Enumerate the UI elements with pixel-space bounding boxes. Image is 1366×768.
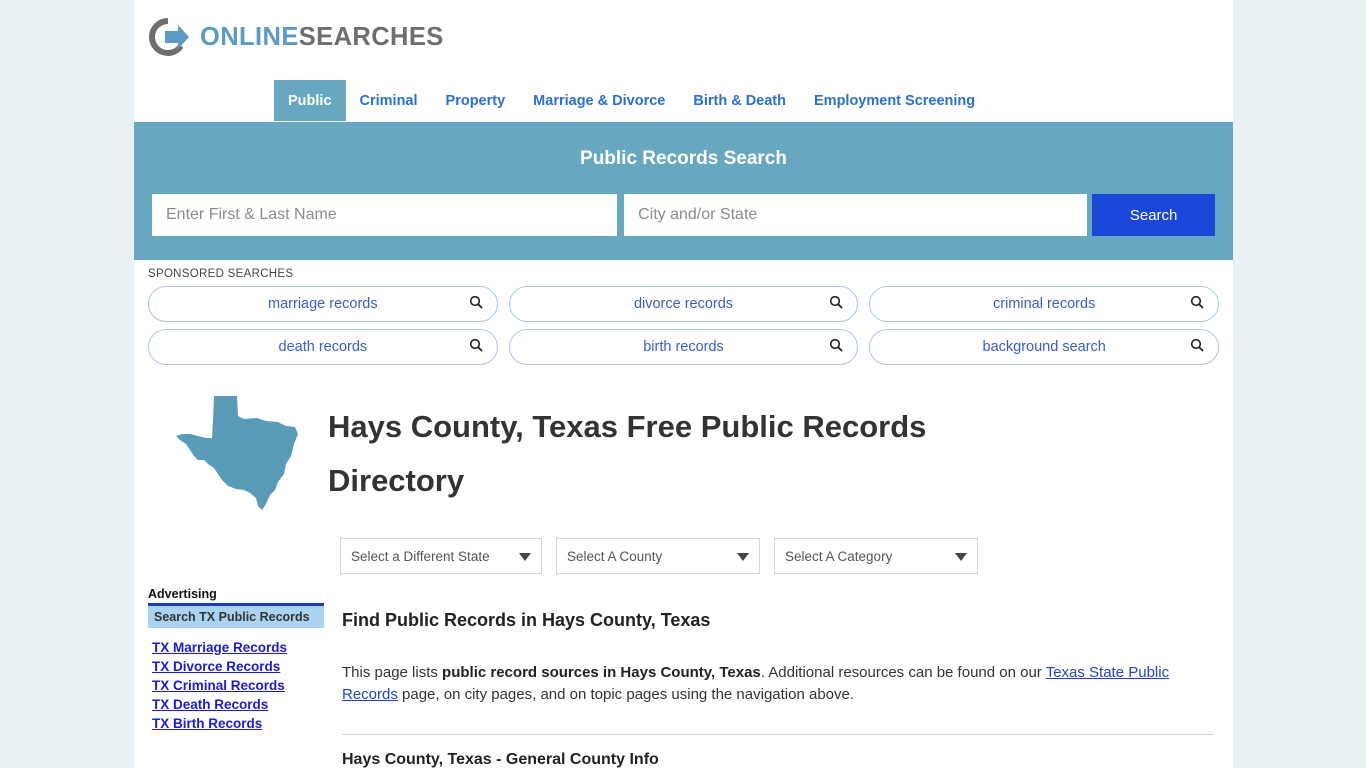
sponsored-row-1: marriage records divorce records crimina… <box>148 286 1220 322</box>
page-title-block: Hays County, Texas Free Public Records D… <box>134 378 1233 514</box>
sponsored-searches: SPONSORED SEARCHES marriage records divo… <box>134 260 1233 378</box>
sponsored-pill-criminal-records[interactable]: criminal records <box>869 286 1220 322</box>
name-search-input[interactable] <box>152 194 618 236</box>
chevron-down-icon <box>955 553 967 561</box>
nav-item-birth-death[interactable]: Birth & Death <box>679 80 800 121</box>
sponsored-pill-label: criminal records <box>993 296 1096 312</box>
search-form: Search <box>152 194 1215 236</box>
search-icon <box>469 295 483 313</box>
sponsored-pill-marriage-records[interactable]: marriage records <box>148 286 498 322</box>
sidebar-link-tx-birth-records[interactable]: TX Birth Records <box>148 716 324 731</box>
sidebar-link-tx-divorce-records[interactable]: TX Divorce Records <box>148 659 324 674</box>
search-icon <box>829 338 843 356</box>
sponsored-searches-label: SPONSORED SEARCHES <box>148 268 294 280</box>
sponsored-row-2: death records birth records background s… <box>148 329 1220 365</box>
search-icon <box>469 338 483 356</box>
sponsored-pill-label: marriage records <box>268 296 378 312</box>
advertising-sidebar: Advertising Search TX Public Records TX … <box>134 587 324 735</box>
search-button[interactable]: Search <box>1092 194 1215 236</box>
sidebar-link-tx-death-records[interactable]: TX Death Records <box>148 697 324 712</box>
sponsored-pill-label: divorce records <box>633 296 734 312</box>
intro-paragraph: This page lists public record sources in… <box>342 662 1182 706</box>
search-icon <box>1190 295 1204 313</box>
circle-arrow-icon <box>148 17 192 57</box>
search-icon <box>829 295 843 313</box>
sponsored-pill-label: background search <box>982 339 1106 355</box>
location-search-input[interactable] <box>624 194 1088 236</box>
advertising-heading: Advertising <box>148 587 324 606</box>
nav-item-public[interactable]: Public <box>274 80 346 121</box>
nav-item-marriage-divorce[interactable]: Marriage & Divorce <box>519 80 679 121</box>
sponsored-pill-background-search[interactable]: background search <box>869 329 1220 365</box>
site-logo[interactable]: ONLINESEARCHES <box>148 14 1233 60</box>
nav-item-employment-screening[interactable]: Employment Screening <box>800 80 989 121</box>
sponsored-pill-death-records[interactable]: death records <box>148 329 498 365</box>
category-select[interactable]: Select A Category <box>774 538 978 574</box>
intro-text-part3: page, on city pages, and on topic pages … <box>397 686 855 703</box>
banner-title: Public Records Search <box>580 148 787 169</box>
county-select-label: Select A County <box>567 548 663 564</box>
general-county-info-heading: Hays County, Texas - General County Info <box>342 751 659 768</box>
logo-text-searches: SEARCHES <box>298 22 444 51</box>
page-container: ONLINESEARCHES Public Criminal Property … <box>134 0 1233 768</box>
public-records-search-banner: Public Records Search Search <box>134 122 1233 260</box>
sidebar-link-tx-marriage-records[interactable]: TX Marriage Records <box>148 640 324 655</box>
nav-item-criminal[interactable]: Criminal <box>346 80 432 121</box>
page-title: Hays County, Texas Free Public Records D… <box>328 409 927 498</box>
sponsored-pill-birth-records[interactable]: birth records <box>508 329 859 365</box>
main-content: Select a Different State Select A County… <box>324 514 1233 768</box>
page-body: Advertising Search TX Public Records TX … <box>134 514 1233 768</box>
state-select[interactable]: Select a Different State <box>340 538 542 574</box>
sidebar-link-tx-criminal-records[interactable]: TX Criminal Records <box>148 678 324 693</box>
section-heading: Find Public Records in Hays County, Texa… <box>342 610 711 630</box>
site-header: ONLINESEARCHES <box>134 0 1233 80</box>
sponsored-pill-divorce-records[interactable]: divorce records <box>508 286 859 322</box>
page-root: ONLINESEARCHES Public Criminal Property … <box>0 0 1366 768</box>
intro-text-part1: This page lists <box>342 664 443 681</box>
category-select-label: Select A Category <box>785 548 893 564</box>
section-divider <box>342 734 1213 735</box>
sponsored-pill-label: birth records <box>643 339 724 355</box>
intro-text-bold: public record sources in Hays County, Te… <box>442 664 761 681</box>
texas-state-map-icon <box>174 394 300 514</box>
state-select-label: Select a Different State <box>351 548 490 564</box>
chevron-down-icon <box>519 553 531 561</box>
main-navigation: Public Criminal Property Marriage & Divo… <box>134 80 1233 122</box>
county-select[interactable]: Select A County <box>556 538 760 574</box>
sponsored-pill-label: death records <box>278 339 368 355</box>
intro-text-part2: . Additional resources can be found on o… <box>760 664 1046 681</box>
filter-dropdowns: Select a Different State Select A County… <box>340 538 1215 574</box>
search-icon <box>1190 338 1204 356</box>
chevron-down-icon <box>737 553 749 561</box>
nav-item-property[interactable]: Property <box>432 80 520 121</box>
search-tx-public-records-badge[interactable]: Search TX Public Records <box>148 606 324 628</box>
logo-text-online: ONLINE <box>200 22 299 51</box>
